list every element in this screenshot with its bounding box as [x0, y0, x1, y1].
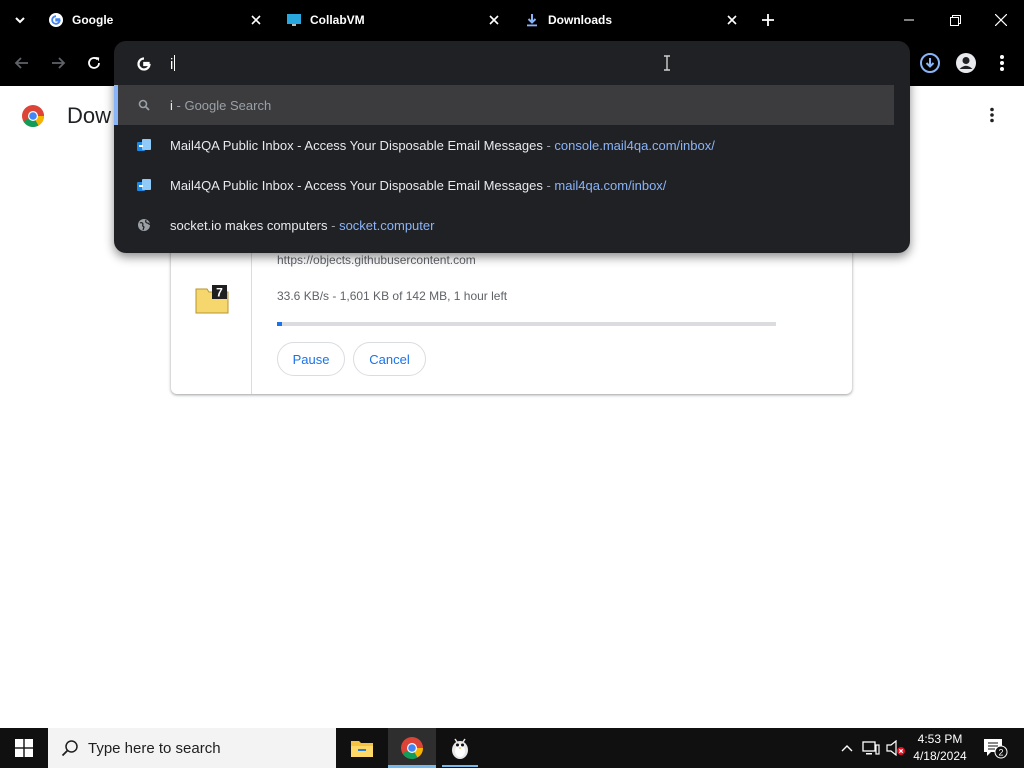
tab-close-icon[interactable]	[724, 12, 740, 28]
window-close-icon[interactable]	[978, 0, 1024, 40]
search-placeholder: Type here to search	[88, 739, 221, 757]
notification-center-icon[interactable]: 2	[980, 728, 1010, 768]
tab-collabvm[interactable]: CollabVM	[278, 6, 510, 34]
volume-muted-icon[interactable]	[884, 728, 908, 768]
monitor-icon	[286, 12, 302, 28]
search-icon	[136, 97, 152, 113]
download-progress-fill	[277, 322, 282, 326]
suggestion-text: Mail4QA Public Inbox - Access Your Dispo…	[170, 178, 666, 193]
download-progress-bar	[277, 322, 776, 326]
suggestion-separator: -	[172, 97, 185, 113]
suggestion-url: mail4qa.com/inbox/	[554, 177, 667, 193]
network-icon[interactable]	[860, 728, 882, 768]
back-arrow-icon[interactable]	[10, 51, 34, 75]
suggestion-url: socket.computer	[339, 217, 435, 233]
omnibox-dropdown: i - Google Search Mail4QA Public Inbox -…	[114, 41, 910, 253]
tab-title: Google	[72, 13, 114, 27]
card-divider	[251, 230, 252, 394]
penguin-app-icon[interactable]	[436, 728, 484, 768]
globe-icon	[136, 217, 152, 233]
running-app-indicator	[442, 765, 478, 767]
selected-indicator	[114, 85, 118, 125]
kebab-menu-icon[interactable]	[989, 50, 1015, 76]
clock-date: 4/18/2024	[913, 749, 967, 763]
windows-taskbar: Type here to search 4:53 PM 4/18/2024 2	[0, 728, 1024, 768]
suggestion-title: Mail4QA Public Inbox - Access Your Dispo…	[170, 177, 543, 193]
7zip-file-icon: 7	[195, 285, 229, 314]
search-icon	[60, 738, 80, 758]
tab-title: CollabVM	[310, 13, 365, 27]
file-explorer-icon[interactable]	[338, 728, 386, 768]
reload-icon[interactable]	[82, 51, 106, 75]
suggestion-history-item[interactable]: socket.io makes computers - socket.compu…	[114, 205, 910, 245]
page-title: Dow	[67, 103, 112, 128]
suggestion-history-item[interactable]: Mail4QA Public Inbox - Access Your Dispo…	[114, 125, 910, 165]
page-more-actions-icon[interactable]	[982, 104, 1002, 126]
suggestion-google-search[interactable]: i - Google Search	[114, 85, 894, 125]
google-g-icon	[48, 12, 64, 28]
chrome-logo-icon	[22, 105, 44, 127]
suggestion-title: Mail4QA Public Inbox - Access Your Dispo…	[170, 137, 543, 153]
download-status-text: 33.6 KB/s - 1,601 KB of 142 MB, 1 hour l…	[277, 289, 508, 303]
tab-close-icon[interactable]	[248, 12, 264, 28]
system-clock[interactable]: 4:53 PM 4/18/2024	[906, 731, 974, 765]
suggestion-text: i - Google Search	[170, 98, 271, 113]
download-source-url[interactable]: https://objects.githubusercontent.com	[277, 253, 476, 267]
tab-google[interactable]: Google	[40, 6, 272, 34]
mail4qa-icon	[136, 177, 152, 193]
tab-strip: Google CollabVM Downloads	[0, 0, 1024, 40]
minimize-icon[interactable]	[886, 0, 932, 40]
suggestion-text: socket.io makes computers - socket.compu…	[170, 218, 434, 233]
clock-time: 4:53 PM	[917, 732, 963, 746]
tab-close-icon[interactable]	[486, 12, 502, 28]
suggestion-url: console.mail4qa.com/inbox/	[554, 137, 715, 153]
suggestion-title: socket.io makes computers	[170, 217, 328, 233]
suggestion-separator: -	[327, 217, 340, 233]
windows-start-icon[interactable]	[0, 728, 48, 768]
restore-icon[interactable]	[932, 0, 978, 40]
suggestion-history-item[interactable]: Mail4QA Public Inbox - Access Your Dispo…	[114, 165, 910, 205]
cancel-button[interactable]: Cancel	[353, 342, 426, 376]
address-bar-input[interactable]	[170, 53, 770, 75]
file-icon-badge: 7	[216, 286, 223, 300]
google-g-icon	[134, 54, 154, 74]
download-arrow-icon	[524, 12, 540, 28]
suggestion-separator: -	[542, 137, 555, 153]
suggestion-separator: -	[542, 177, 555, 193]
forward-arrow-icon[interactable]	[46, 51, 70, 75]
notification-count: 2	[998, 748, 1003, 758]
suggestion-engine: Google Search	[184, 97, 272, 113]
pause-button[interactable]: Pause	[277, 342, 345, 376]
chrome-taskbar-icon[interactable]	[388, 728, 436, 768]
tab-search-chevron-icon[interactable]	[8, 8, 32, 32]
show-hidden-icons-chevron-icon[interactable]	[836, 728, 858, 768]
text-caret	[174, 55, 175, 71]
mail4qa-icon	[136, 137, 152, 153]
new-tab-plus-icon[interactable]	[758, 10, 778, 30]
suggestion-text: Mail4QA Public Inbox - Access Your Dispo…	[170, 138, 715, 153]
ibeam-cursor-icon	[664, 55, 670, 71]
profile-avatar-icon[interactable]	[953, 50, 979, 76]
downloads-toolbar-icon[interactable]	[917, 50, 943, 76]
tab-downloads[interactable]: Downloads	[516, 6, 748, 34]
tab-title: Downloads	[548, 13, 613, 27]
download-card: 7 https://objects.githubusercontent.com …	[171, 230, 852, 394]
taskbar-search-box[interactable]: Type here to search	[48, 728, 336, 768]
